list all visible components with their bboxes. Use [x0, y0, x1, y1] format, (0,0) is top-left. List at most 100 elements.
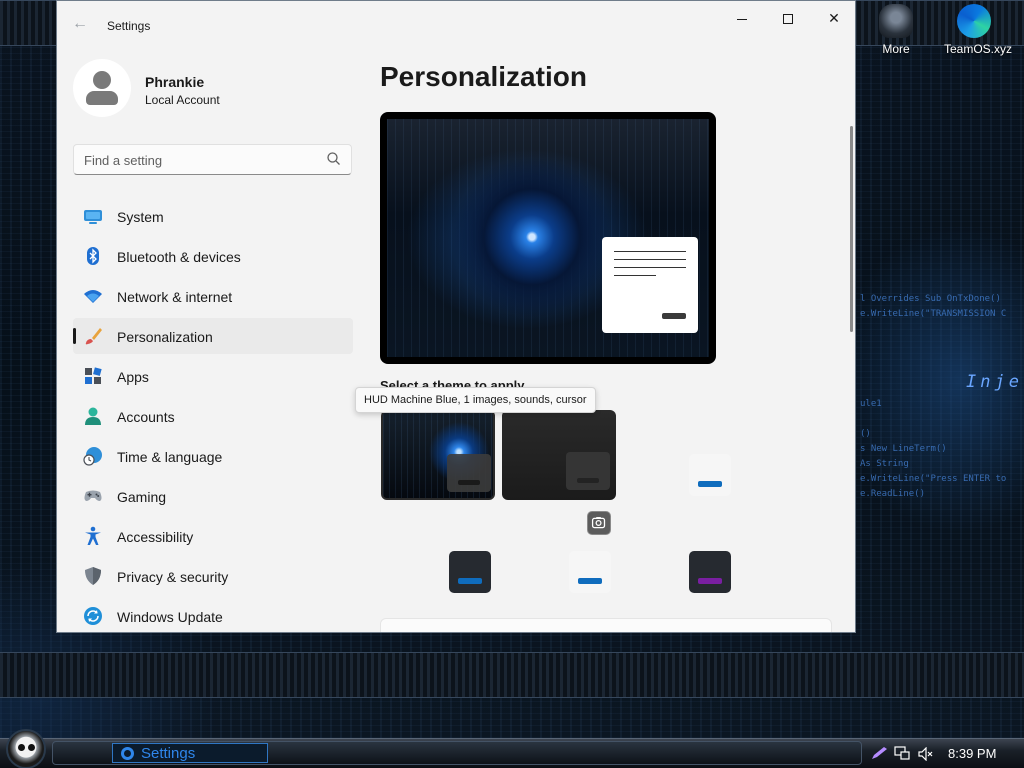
avatar-head — [93, 71, 111, 89]
minimize-icon — [737, 18, 747, 20]
maximize-icon — [783, 14, 793, 25]
network-icon[interactable] — [894, 746, 910, 760]
paintbrush-icon — [85, 328, 102, 345]
theme-tile-light[interactable] — [689, 454, 731, 496]
update-icon — [84, 607, 102, 625]
wifi-icon — [84, 290, 102, 303]
close-button[interactable]: ✕ — [811, 1, 855, 35]
desktop-icon-teamos[interactable]: TeamOS.xyz — [944, 4, 1013, 56]
avatar-body — [86, 91, 118, 105]
gamepad-icon — [84, 490, 102, 501]
desktop-icon-label: TeamOS.xyz — [944, 42, 1013, 56]
maximize-button[interactable] — [765, 1, 811, 35]
sidebar-item-label: Accounts — [117, 409, 175, 425]
pen-icon[interactable] — [870, 746, 888, 760]
page-title: Personalization — [380, 61, 587, 92]
preview-text-line — [614, 275, 656, 276]
camera-icon — [591, 517, 606, 529]
sidebar-item-label: Windows Update — [117, 609, 223, 625]
settings-window: ← Settings ✕ Phrankie Local Account Find… — [56, 0, 856, 633]
preview-text-line — [614, 267, 686, 268]
search-icon — [327, 152, 340, 165]
camera-button[interactable] — [587, 511, 611, 535]
sidebar-item-accounts[interactable]: Accounts — [73, 398, 353, 434]
sidebar-item-label: System — [117, 209, 164, 225]
selection-indicator — [73, 328, 76, 344]
person-icon — [85, 407, 101, 425]
avatar[interactable] — [73, 59, 131, 117]
sidebar-item-label: Personalization — [117, 329, 213, 345]
sidebar-item-apps[interactable]: Apps — [73, 358, 353, 394]
search-placeholder: Find a setting — [84, 153, 163, 168]
sidebar-item-label: Bluetooth & devices — [117, 249, 241, 265]
gear-icon — [121, 747, 134, 760]
volume-muted-icon[interactable] — [918, 747, 934, 761]
preview-text-line — [614, 259, 686, 260]
theme-tile-dark[interactable] — [502, 410, 616, 500]
bluetooth-icon — [87, 247, 99, 265]
alien-head-icon — [879, 4, 913, 38]
title-bar[interactable]: ← Settings ✕ — [57, 1, 855, 51]
wallpaper-code-line: e.ReadLine() — [860, 489, 926, 499]
theme-tile-light-blue[interactable] — [569, 551, 611, 593]
wallpaper-code-line: s New LineTerm() — [860, 444, 947, 454]
preview-window-sample — [602, 237, 698, 333]
theme-button-sample — [458, 480, 480, 485]
theme-button-sample — [577, 478, 599, 483]
wallpaper-inject-text: Inje — [966, 372, 1023, 392]
theme-accent-sample — [698, 481, 722, 487]
theme-window-sample — [447, 454, 491, 492]
sidebar-item-label: Network & internet — [117, 289, 233, 305]
sidebar-item-privacy-security[interactable]: Privacy & security — [73, 558, 353, 594]
user-account-type: Local Account — [145, 93, 220, 107]
taskbar: Settings 8:39 PM — [0, 729, 1024, 768]
theme-accent-sample — [578, 578, 602, 584]
sidebar-item-label: Time & language — [117, 449, 223, 465]
scrollbar[interactable] — [850, 126, 853, 332]
wallpaper-code-line: e.WriteLine("Press ENTER to — [860, 474, 1007, 484]
minimize-button[interactable] — [719, 1, 765, 35]
sidebar-item-personalization[interactable]: Personalization — [73, 318, 353, 354]
sidebar-item-gaming[interactable]: Gaming — [73, 478, 353, 514]
sidebar-item-windows-update[interactable]: Windows Update — [73, 598, 353, 632]
theme-tile-dark-purple[interactable] — [689, 551, 731, 593]
user-name: Phrankie — [145, 74, 205, 90]
edge-browser-icon — [957, 4, 991, 38]
theme-accent-sample — [698, 578, 722, 584]
search-input[interactable]: Find a setting — [73, 144, 352, 175]
close-icon: ✕ — [828, 10, 840, 26]
wallpaper-code-line: () — [860, 429, 871, 439]
back-arrow-icon[interactable]: ← — [71, 15, 89, 33]
sidebar-item-label: Gaming — [117, 489, 167, 505]
apps-icon — [85, 367, 102, 384]
sidebar-item-bluetooth[interactable]: Bluetooth & devices — [73, 238, 353, 274]
start-button[interactable] — [6, 729, 46, 768]
sidebar-item-time-language[interactable]: Time & language — [73, 438, 353, 474]
desktop-icon-label: More — [882, 42, 910, 56]
window-title: Settings — [107, 19, 151, 33]
preview-text-line — [614, 251, 686, 252]
sidebar-item-accessibility[interactable]: Accessibility — [73, 518, 353, 554]
wallpaper-code-line: ule1 — [860, 399, 882, 409]
skull-eye — [28, 744, 35, 751]
theme-accent-sample — [458, 578, 482, 584]
desktop-icon-more[interactable]: More — [866, 4, 926, 56]
sidebar-item-network[interactable]: Network & internet — [73, 278, 353, 314]
wallpaper-code-line: As String — [860, 459, 909, 469]
taskbar-app-settings[interactable]: Settings — [112, 743, 268, 763]
preview-button-sample — [662, 313, 686, 319]
taskbar-app-label: Settings — [141, 745, 196, 762]
clock-time[interactable]: 8:39 PM — [948, 746, 996, 761]
monitor-icon — [84, 210, 102, 224]
wallpaper-stripe-bottom — [0, 652, 1024, 698]
skull-eye — [18, 744, 25, 751]
settings-card[interactable] — [380, 618, 832, 632]
wallpaper-code-line: l Overrides Sub OnTxDone() — [860, 294, 1001, 304]
theme-window-sample — [566, 452, 610, 490]
theme-tooltip: HUD Machine Blue, 1 images, sounds, curs… — [355, 387, 596, 413]
sidebar-item-system[interactable]: System — [73, 198, 353, 234]
sidebar-item-label: Accessibility — [117, 529, 194, 545]
globe-clock-icon — [83, 447, 102, 466]
theme-tile-dark-blue[interactable] — [449, 551, 491, 593]
theme-tile-hud-machine-blue[interactable] — [381, 410, 495, 500]
